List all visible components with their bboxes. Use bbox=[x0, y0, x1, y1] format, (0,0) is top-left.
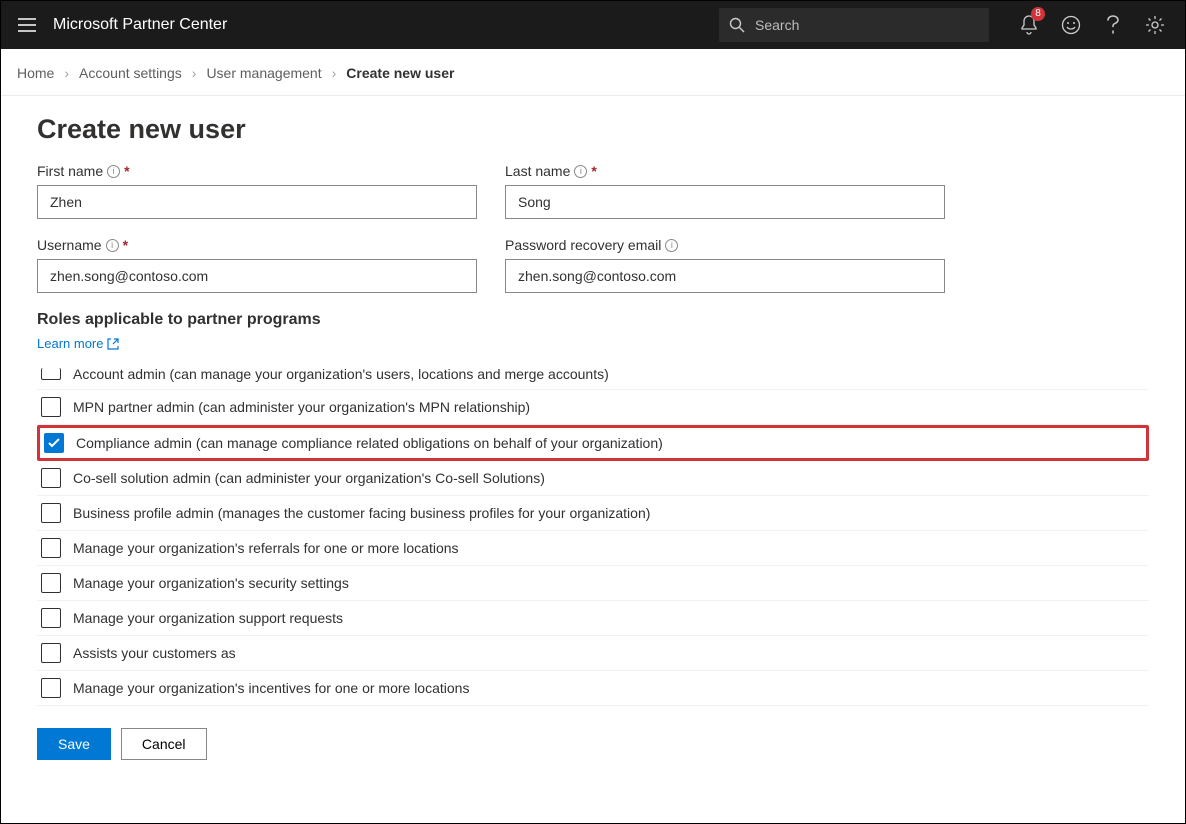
header-icon-group: 8 bbox=[1017, 13, 1167, 37]
info-icon[interactable]: i bbox=[106, 239, 119, 252]
breadcrumb: Home › Account settings › User managemen… bbox=[1, 49, 1185, 96]
role-checkbox[interactable] bbox=[41, 397, 61, 417]
role-label: MPN partner admin (can administer your o… bbox=[73, 399, 530, 415]
role-label: Compliance admin (can manage compliance … bbox=[76, 435, 663, 451]
chevron-right-icon: › bbox=[332, 65, 337, 81]
username-input[interactable] bbox=[37, 259, 477, 293]
notifications-button[interactable]: 8 bbox=[1017, 13, 1041, 37]
role-item: Manage your organization support request… bbox=[37, 601, 1149, 636]
help-button[interactable] bbox=[1101, 13, 1125, 37]
username-label: Username i * bbox=[37, 237, 477, 253]
save-button[interactable]: Save bbox=[37, 728, 111, 760]
role-checkbox[interactable] bbox=[41, 643, 61, 663]
breadcrumb-user-management[interactable]: User management bbox=[206, 65, 321, 81]
role-label: Business profile admin (manages the cust… bbox=[73, 505, 650, 521]
role-item: Co-sell solution admin (can administer y… bbox=[37, 461, 1149, 496]
chevron-right-icon: › bbox=[192, 65, 197, 81]
role-checkbox[interactable] bbox=[41, 468, 61, 488]
top-bar: Microsoft Partner Center Search 8 bbox=[1, 1, 1185, 49]
breadcrumb-home[interactable]: Home bbox=[17, 65, 54, 81]
info-icon[interactable]: i bbox=[107, 165, 120, 178]
search-box[interactable]: Search bbox=[719, 8, 989, 42]
first-name-input[interactable] bbox=[37, 185, 477, 219]
page-title: Create new user bbox=[37, 114, 1149, 145]
role-item: Manage your organization's referrals for… bbox=[37, 531, 1149, 566]
role-checkbox[interactable] bbox=[41, 368, 61, 380]
gear-icon bbox=[1145, 15, 1165, 35]
role-checkbox[interactable] bbox=[44, 433, 64, 453]
role-item: Account admin (can manage your organizat… bbox=[37, 359, 1149, 390]
info-icon[interactable]: i bbox=[665, 239, 678, 252]
role-checkbox[interactable] bbox=[41, 538, 61, 558]
search-icon bbox=[729, 17, 745, 33]
hamburger-icon bbox=[18, 18, 36, 32]
hamburger-menu-button[interactable] bbox=[9, 7, 45, 43]
role-label: Account admin (can manage your organizat… bbox=[73, 366, 609, 382]
question-icon bbox=[1107, 15, 1119, 35]
role-label: Manage your organization support request… bbox=[73, 610, 343, 626]
external-link-icon bbox=[107, 338, 119, 350]
role-checkbox[interactable] bbox=[41, 573, 61, 593]
cancel-button[interactable]: Cancel bbox=[121, 728, 207, 760]
roles-list: Account admin (can manage your organizat… bbox=[37, 359, 1149, 706]
role-checkbox[interactable] bbox=[41, 608, 61, 628]
role-checkbox[interactable] bbox=[41, 678, 61, 698]
learn-more-link[interactable]: Learn more bbox=[37, 336, 119, 351]
role-item: Business profile admin (manages the cust… bbox=[37, 496, 1149, 531]
last-name-input[interactable] bbox=[505, 185, 945, 219]
recovery-email-label: Password recovery email i bbox=[505, 237, 945, 253]
role-item: Assists your customers as bbox=[37, 636, 1149, 671]
brand-title: Microsoft Partner Center bbox=[53, 16, 227, 34]
role-item: Compliance admin (can manage compliance … bbox=[37, 425, 1149, 461]
role-checkbox[interactable] bbox=[41, 503, 61, 523]
breadcrumb-account-settings[interactable]: Account settings bbox=[79, 65, 182, 81]
role-label: Co-sell solution admin (can administer y… bbox=[73, 470, 545, 486]
info-icon[interactable]: i bbox=[574, 165, 587, 178]
smiley-icon bbox=[1061, 15, 1081, 35]
role-label: Assists your customers as bbox=[73, 645, 236, 661]
roles-section-title: Roles applicable to partner programs bbox=[37, 311, 1149, 329]
required-indicator: * bbox=[123, 237, 128, 253]
recovery-email-input[interactable] bbox=[505, 259, 945, 293]
required-indicator: * bbox=[591, 163, 596, 179]
role-item: Manage your organization's security sett… bbox=[37, 566, 1149, 601]
search-placeholder: Search bbox=[755, 17, 799, 33]
feedback-button[interactable] bbox=[1059, 13, 1083, 37]
notification-badge: 8 bbox=[1031, 7, 1045, 21]
role-item: Manage your organization's incentives fo… bbox=[37, 671, 1149, 706]
breadcrumb-current: Create new user bbox=[346, 65, 454, 81]
last-name-label: Last name i * bbox=[505, 163, 945, 179]
role-label: Manage your organization's security sett… bbox=[73, 575, 349, 591]
role-label: Manage your organization's incentives fo… bbox=[73, 680, 469, 696]
chevron-right-icon: › bbox=[64, 65, 69, 81]
role-item: MPN partner admin (can administer your o… bbox=[37, 390, 1149, 425]
main-content: Create new user First name i * Last name… bbox=[1, 96, 1185, 780]
role-label: Manage your organization's referrals for… bbox=[73, 540, 459, 556]
required-indicator: * bbox=[124, 163, 129, 179]
first-name-label: First name i * bbox=[37, 163, 477, 179]
settings-button[interactable] bbox=[1143, 13, 1167, 37]
